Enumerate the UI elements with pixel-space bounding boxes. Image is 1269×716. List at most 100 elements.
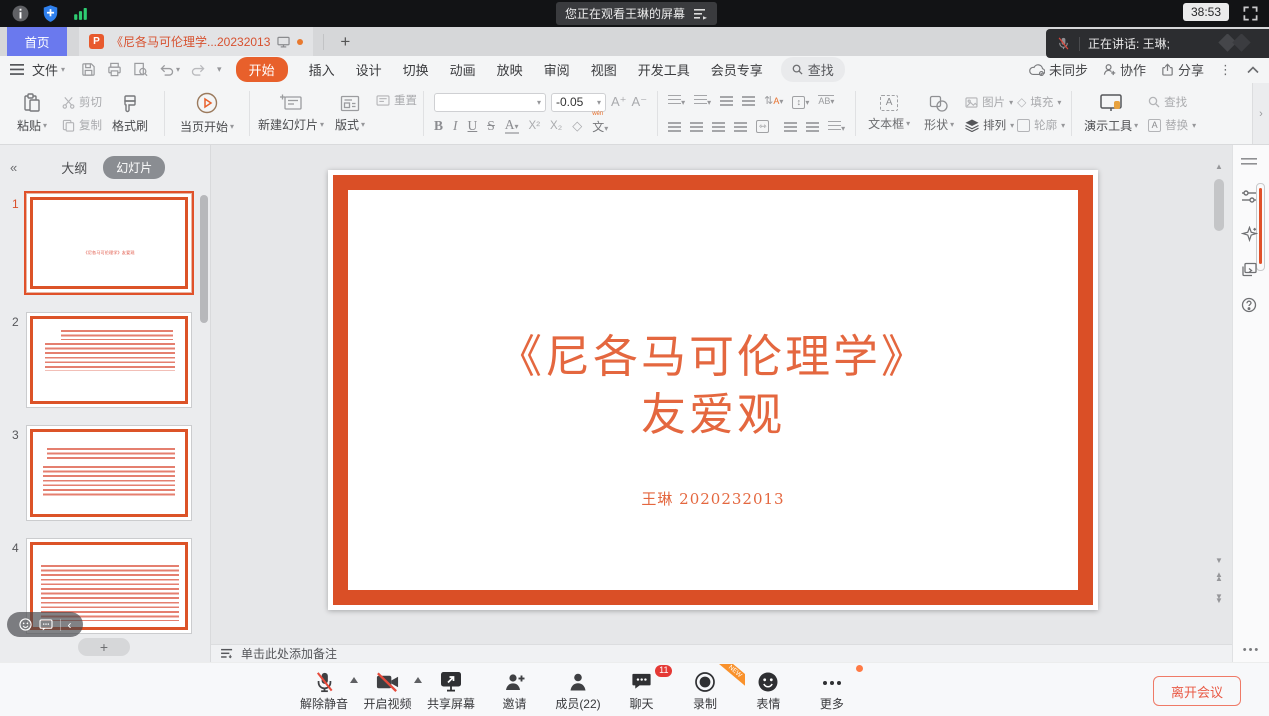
unmute-button[interactable]: 解除静音 — [300, 668, 348, 712]
align-left-button[interactable] — [668, 121, 681, 132]
save-icon[interactable] — [81, 62, 96, 77]
menu-tab-animation[interactable]: 动画 — [450, 60, 476, 79]
menu-tab-view[interactable]: 视图 — [591, 60, 617, 79]
decrease-indent-button[interactable] — [720, 95, 733, 106]
emoji-button[interactable]: 表情 — [744, 668, 792, 712]
copy-button[interactable]: 复制 — [62, 117, 102, 133]
slides-tab[interactable]: 幻灯片 — [103, 156, 165, 179]
meeting-security-shield-icon[interactable] — [40, 3, 61, 24]
paragraph-spacing-button[interactable] — [784, 121, 797, 132]
line-spacing-options-button[interactable]: ↕▾ — [792, 92, 809, 110]
align-right-button[interactable] — [712, 121, 725, 132]
distribute-text-button[interactable]: ⇿ — [756, 120, 769, 133]
undo-icon[interactable]: ▾ — [159, 63, 180, 76]
bullets-button[interactable]: ▾ — [668, 92, 685, 110]
reset-button[interactable]: 重置 — [376, 92, 417, 108]
outline-tab[interactable]: 大纲 — [61, 158, 87, 177]
invite-button[interactable]: 邀请 — [491, 668, 539, 712]
share-button[interactable]: 分享 — [1161, 60, 1204, 79]
menu-tab-review[interactable]: 审阅 — [544, 60, 570, 79]
ribbon-find-button[interactable]: 查找 — [1148, 94, 1196, 110]
layout-button[interactable]: 版式▾ — [326, 95, 374, 133]
slide-thumbnail-3[interactable] — [26, 425, 192, 521]
more-button[interactable]: 更多 — [808, 668, 856, 712]
shapes-button[interactable]: 形状▾ — [916, 95, 962, 133]
decrease-font-button[interactable]: A⁻ — [632, 94, 648, 110]
redo-icon[interactable] — [191, 63, 206, 76]
new-slide-button[interactable]: 新建幻灯片▾ — [256, 94, 326, 133]
menu-tab-devtools[interactable]: 开发工具 — [638, 60, 690, 79]
share-screen-button[interactable]: 共享屏幕 — [427, 668, 475, 712]
fullscreen-toggle-icon[interactable] — [1240, 3, 1261, 24]
textbox-button[interactable]: A 文本框▾ — [862, 95, 916, 132]
cut-button[interactable]: 剪切 — [62, 94, 102, 110]
more-menu-icon[interactable]: ⋮ — [1219, 62, 1232, 78]
menu-tab-slideshow[interactable]: 放映 — [497, 60, 523, 79]
font-name-select[interactable]: ▾ — [434, 93, 546, 112]
align-center-button[interactable] — [690, 121, 703, 132]
text-fit-button[interactable]: AB▾ — [818, 95, 834, 106]
print-icon[interactable] — [107, 62, 122, 77]
text-direction-button[interactable]: ⇅A▾ — [764, 94, 783, 107]
collapse-sidebar-icon[interactable]: « — [10, 160, 17, 175]
canvas-scrollbar[interactable]: ▲ ▼ ▲▲ ▼▼ — [1212, 145, 1226, 644]
document-tab[interactable]: P 《尼各马可伦理学...20232013 — [79, 27, 313, 56]
fill-button[interactable]: ◇ 填充▾ — [1017, 94, 1065, 110]
clear-format-button[interactable]: ◇ — [572, 118, 582, 134]
next-slide-button[interactable]: ▼▼ — [1212, 595, 1226, 604]
leave-meeting-button[interactable]: 离开会议 — [1153, 676, 1241, 706]
increase-indent-button[interactable] — [742, 95, 755, 106]
ribbon-expand-strip[interactable]: › — [1252, 83, 1269, 144]
quick-chat-icon[interactable] — [39, 619, 53, 631]
banner-list-icon[interactable] — [694, 8, 708, 20]
menu-tab-design[interactable]: 设计 — [356, 60, 382, 79]
statusbar-more-icon[interactable]: ••• — [1233, 644, 1269, 656]
previous-slide-button[interactable]: ▲▲ — [1212, 573, 1226, 582]
phonetic-guide-button[interactable]: wén文▾ — [592, 118, 608, 135]
arrange-button[interactable]: 排列▾ — [965, 117, 1014, 133]
menu-tab-start[interactable]: 开始 — [236, 57, 288, 82]
menu-tab-transition[interactable]: 切换 — [403, 60, 429, 79]
current-slide[interactable]: 《尼各马可伦理学》 友爱观 王琳 2020232013 — [328, 170, 1098, 610]
slide-thumbnail-2[interactable] — [26, 312, 192, 408]
strikethrough-button[interactable]: S — [487, 118, 495, 134]
add-slide-button[interactable]: + — [78, 638, 130, 656]
hamburger-menu-icon[interactable] — [10, 64, 24, 75]
paste-button[interactable]: 粘贴▾ — [6, 93, 58, 134]
collapse-ribbon-icon[interactable] — [1247, 66, 1259, 74]
menu-tab-insert[interactable]: 插入 — [309, 60, 335, 79]
menu-tab-member[interactable]: 会员专享 — [711, 60, 763, 79]
duplicate-slide-icon[interactable] — [1241, 262, 1259, 280]
meeting-info-icon[interactable] — [10, 3, 31, 24]
outline-button[interactable]: 轮廓▾ — [1017, 117, 1065, 133]
network-signal-icon[interactable] — [70, 3, 91, 24]
collaborate-button[interactable]: 协作 — [1103, 60, 1146, 79]
bold-button[interactable]: B — [434, 118, 443, 134]
slide-thumbnail-1[interactable]: 《尼各马可伦理学》友爱观 — [26, 193, 192, 293]
menubar-find-button[interactable]: 查找 — [781, 57, 845, 82]
line-height-button[interactable] — [806, 121, 819, 132]
emoji-quickbar[interactable]: ‹ — [7, 612, 83, 637]
replace-button[interactable]: A 替换▾ — [1148, 117, 1196, 133]
subscript-button[interactable]: X₂ — [550, 120, 562, 132]
row-spacing-button[interactable]: ▾ — [828, 118, 845, 136]
canvas-scroll-thumb[interactable] — [1214, 179, 1224, 231]
customize-quickbar-icon[interactable]: ▾ — [217, 64, 222, 75]
mic-options-caret[interactable] — [350, 677, 358, 683]
underline-button[interactable]: U — [468, 118, 478, 134]
help-icon[interactable] — [1241, 297, 1259, 315]
font-size-select[interactable]: -0.05▾ — [551, 93, 606, 112]
font-color-button[interactable]: A▾ — [505, 118, 519, 134]
quickbar-collapse-icon[interactable]: ‹ — [68, 619, 72, 631]
italic-button[interactable]: I — [453, 118, 458, 134]
record-button[interactable]: NEW 录制 — [681, 668, 729, 712]
sync-status[interactable]: 未同步 — [1029, 60, 1088, 79]
video-options-caret[interactable] — [414, 677, 422, 683]
superscript-button[interactable]: X² — [529, 120, 541, 132]
members-button[interactable]: 成员(22) — [554, 668, 602, 712]
start-video-button[interactable]: 开启视频 — [364, 668, 412, 712]
notes-bar[interactable]: 单击此处添加备注 — [211, 644, 1232, 662]
new-tab-button[interactable]: + — [340, 33, 350, 50]
increase-font-button[interactable]: A⁺ — [611, 94, 627, 110]
chat-button[interactable]: 11 聊天 — [617, 668, 665, 712]
